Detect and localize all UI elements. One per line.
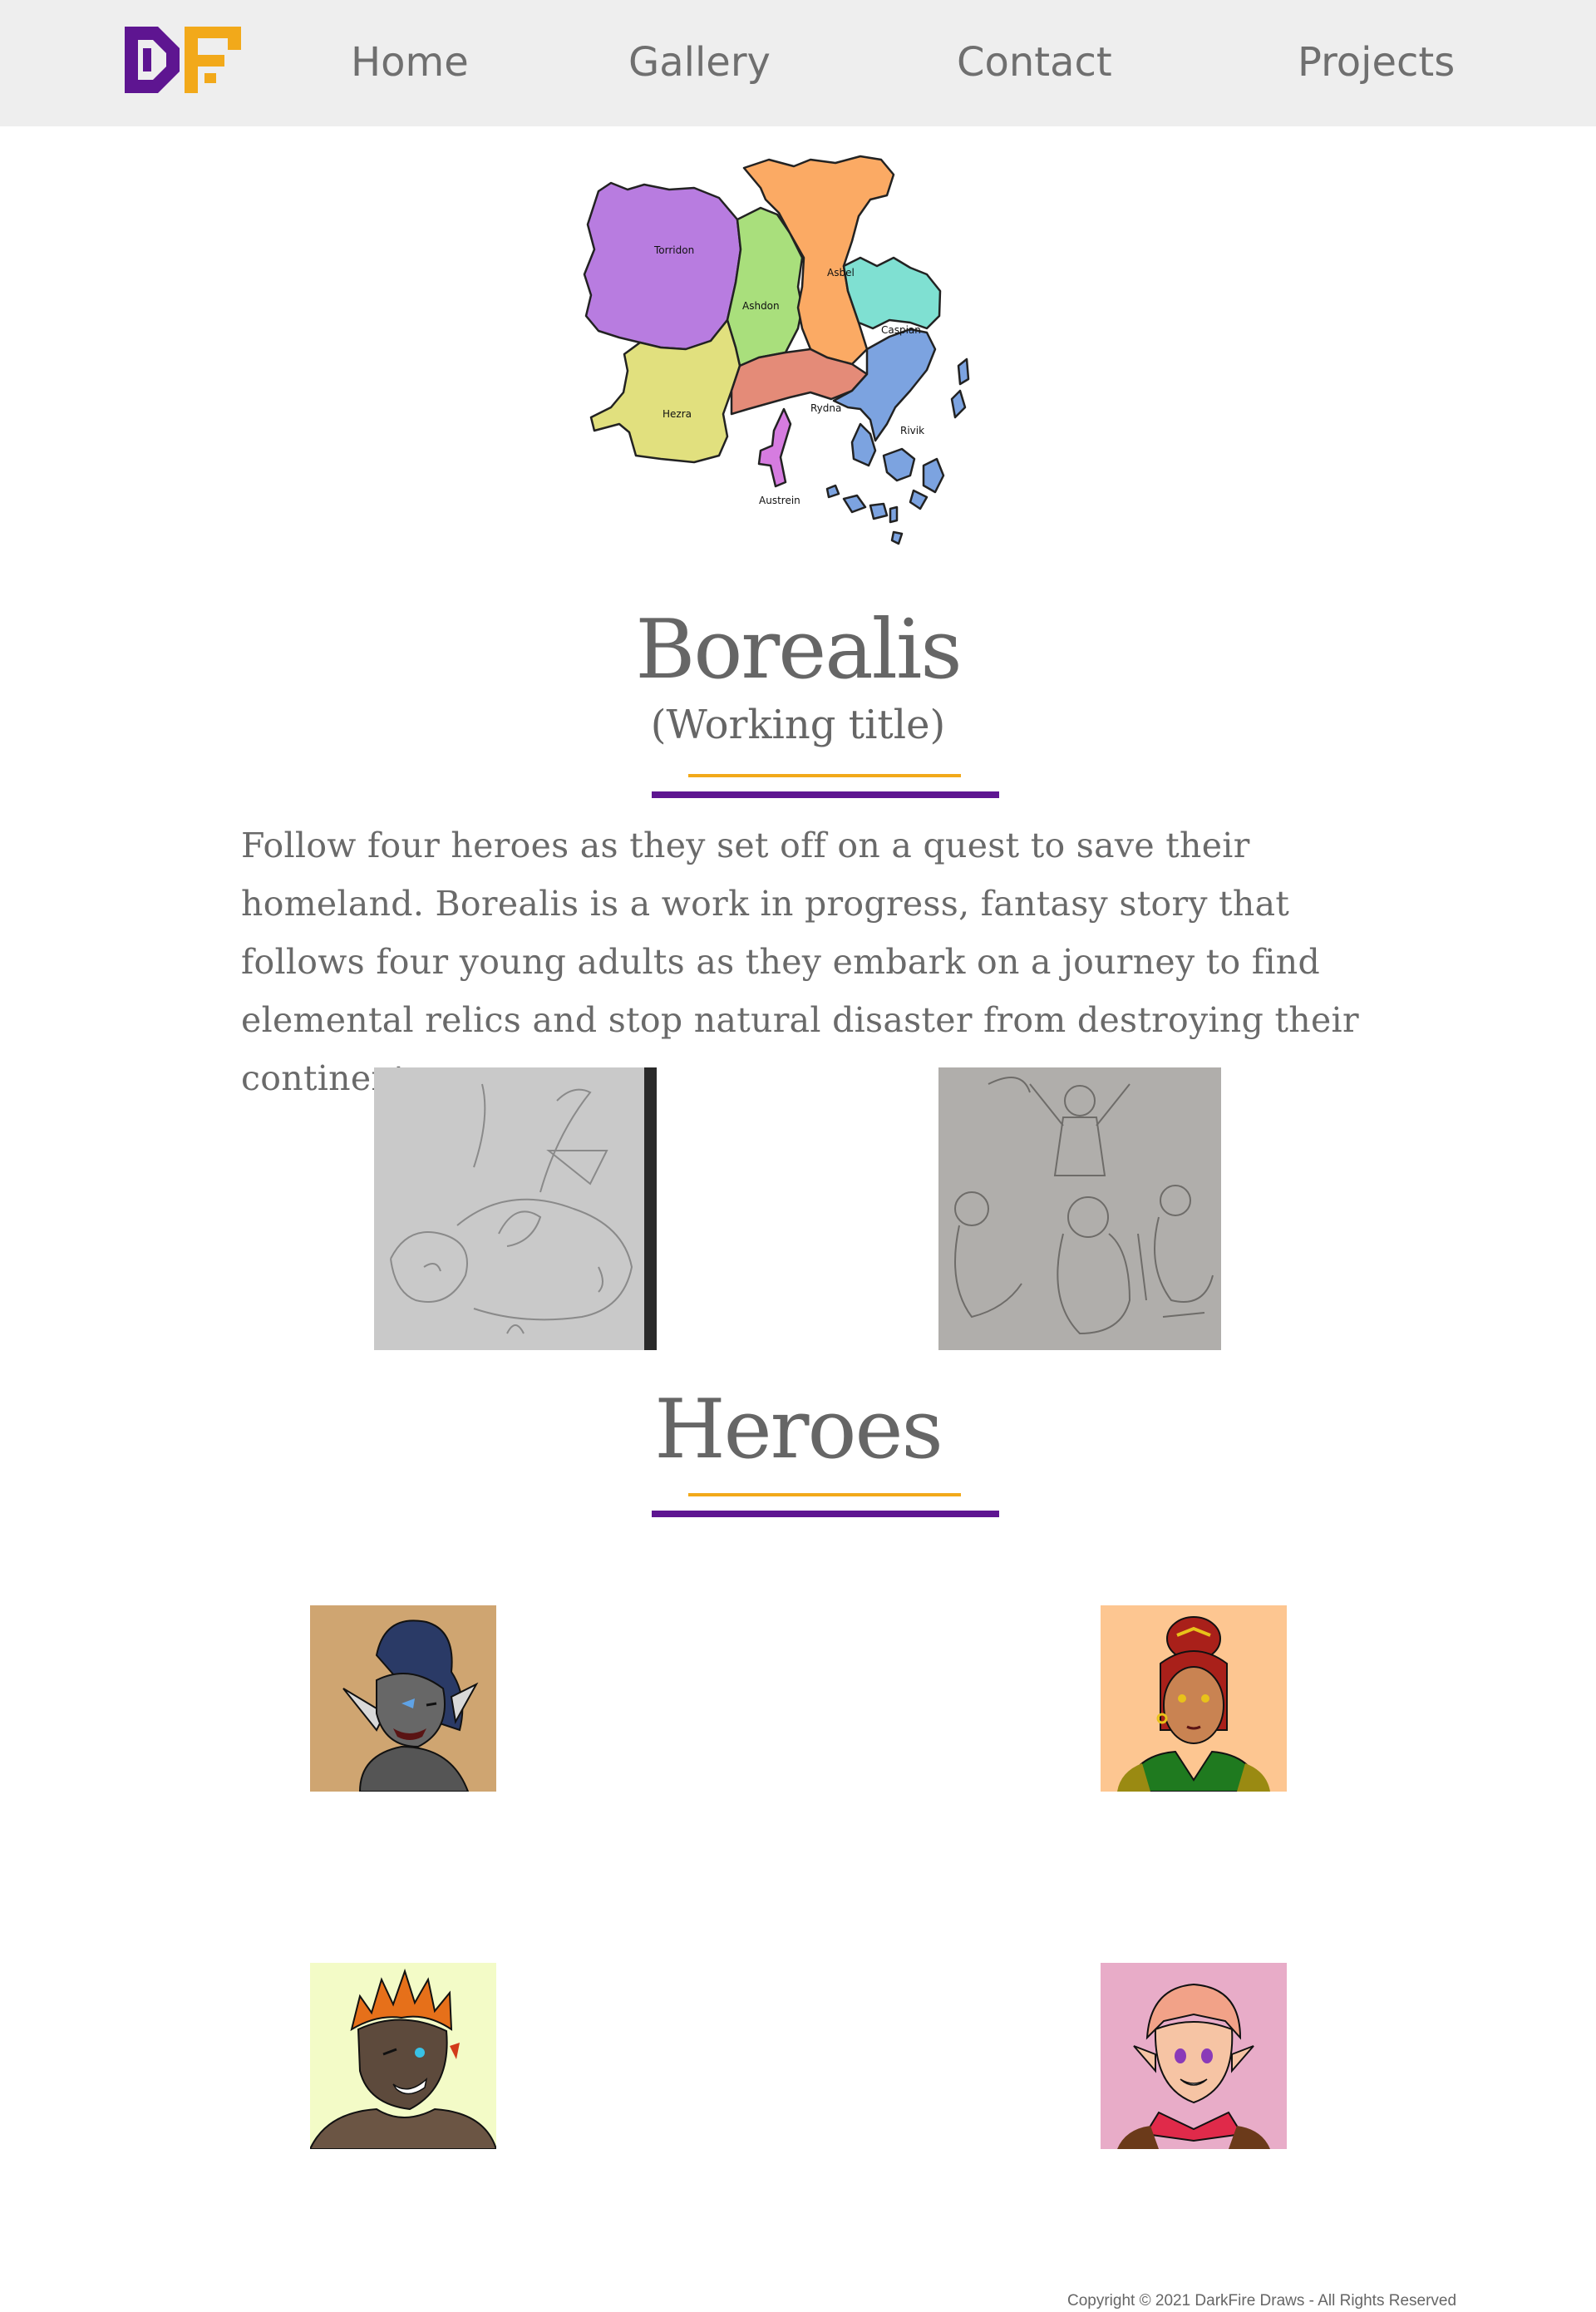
footer-copyright: Copyright © 2021 DarkFire Draws - All Ri… (1067, 2292, 1457, 2310)
hero-portrait-3[interactable] (310, 1963, 496, 2149)
heroes-divider-purple (652, 1511, 999, 1517)
sketch-image-creature[interactable] (374, 1067, 657, 1350)
hero-portrait-2[interactable] (1101, 1605, 1287, 1792)
story-description: Follow four heroes as they set off on a … (241, 826, 1359, 1098)
heroes-heading: Heroes (654, 1383, 943, 1477)
sketch-image-heroes-group[interactable] (938, 1067, 1221, 1350)
map-region-caspian (842, 256, 942, 330)
borealis-map: Torridon Ashdon Asbel Caspian Hezra Rydn… (583, 155, 970, 545)
map-label-rydna: Rydna (810, 402, 841, 414)
title-divider-purple (652, 791, 999, 798)
heroes-divider-gold (688, 1493, 961, 1496)
map-label-caspian: Caspian (881, 324, 921, 336)
darkfire-logo[interactable] (125, 27, 241, 93)
nav-link-contact[interactable]: Contact (957, 33, 1112, 91)
map-label-asbel: Asbel (827, 267, 855, 279)
nav-link-projects[interactable]: Projects (1298, 33, 1455, 91)
map-region-torridon (583, 181, 742, 351)
nav-link-gallery[interactable]: Gallery (628, 33, 771, 91)
map-label-ashdon: Ashdon (742, 300, 780, 312)
map-label-torridon: Torridon (653, 244, 694, 256)
nav-link-home[interactable]: Home (351, 33, 469, 91)
map-label-rivik: Rivik (900, 425, 924, 436)
map-label-austrein: Austrein (759, 495, 800, 506)
page-subtitle: (Working title) (650, 702, 946, 748)
hero-portrait-4[interactable] (1101, 1963, 1287, 2149)
hero-portrait-1[interactable] (310, 1605, 496, 1792)
map-region-austrein (757, 407, 792, 488)
page-title: Borealis (635, 603, 962, 698)
title-divider-gold (688, 774, 961, 777)
top-nav: Home Gallery Contact Projects (0, 0, 1596, 126)
map-label-hezra: Hezra (663, 408, 692, 420)
